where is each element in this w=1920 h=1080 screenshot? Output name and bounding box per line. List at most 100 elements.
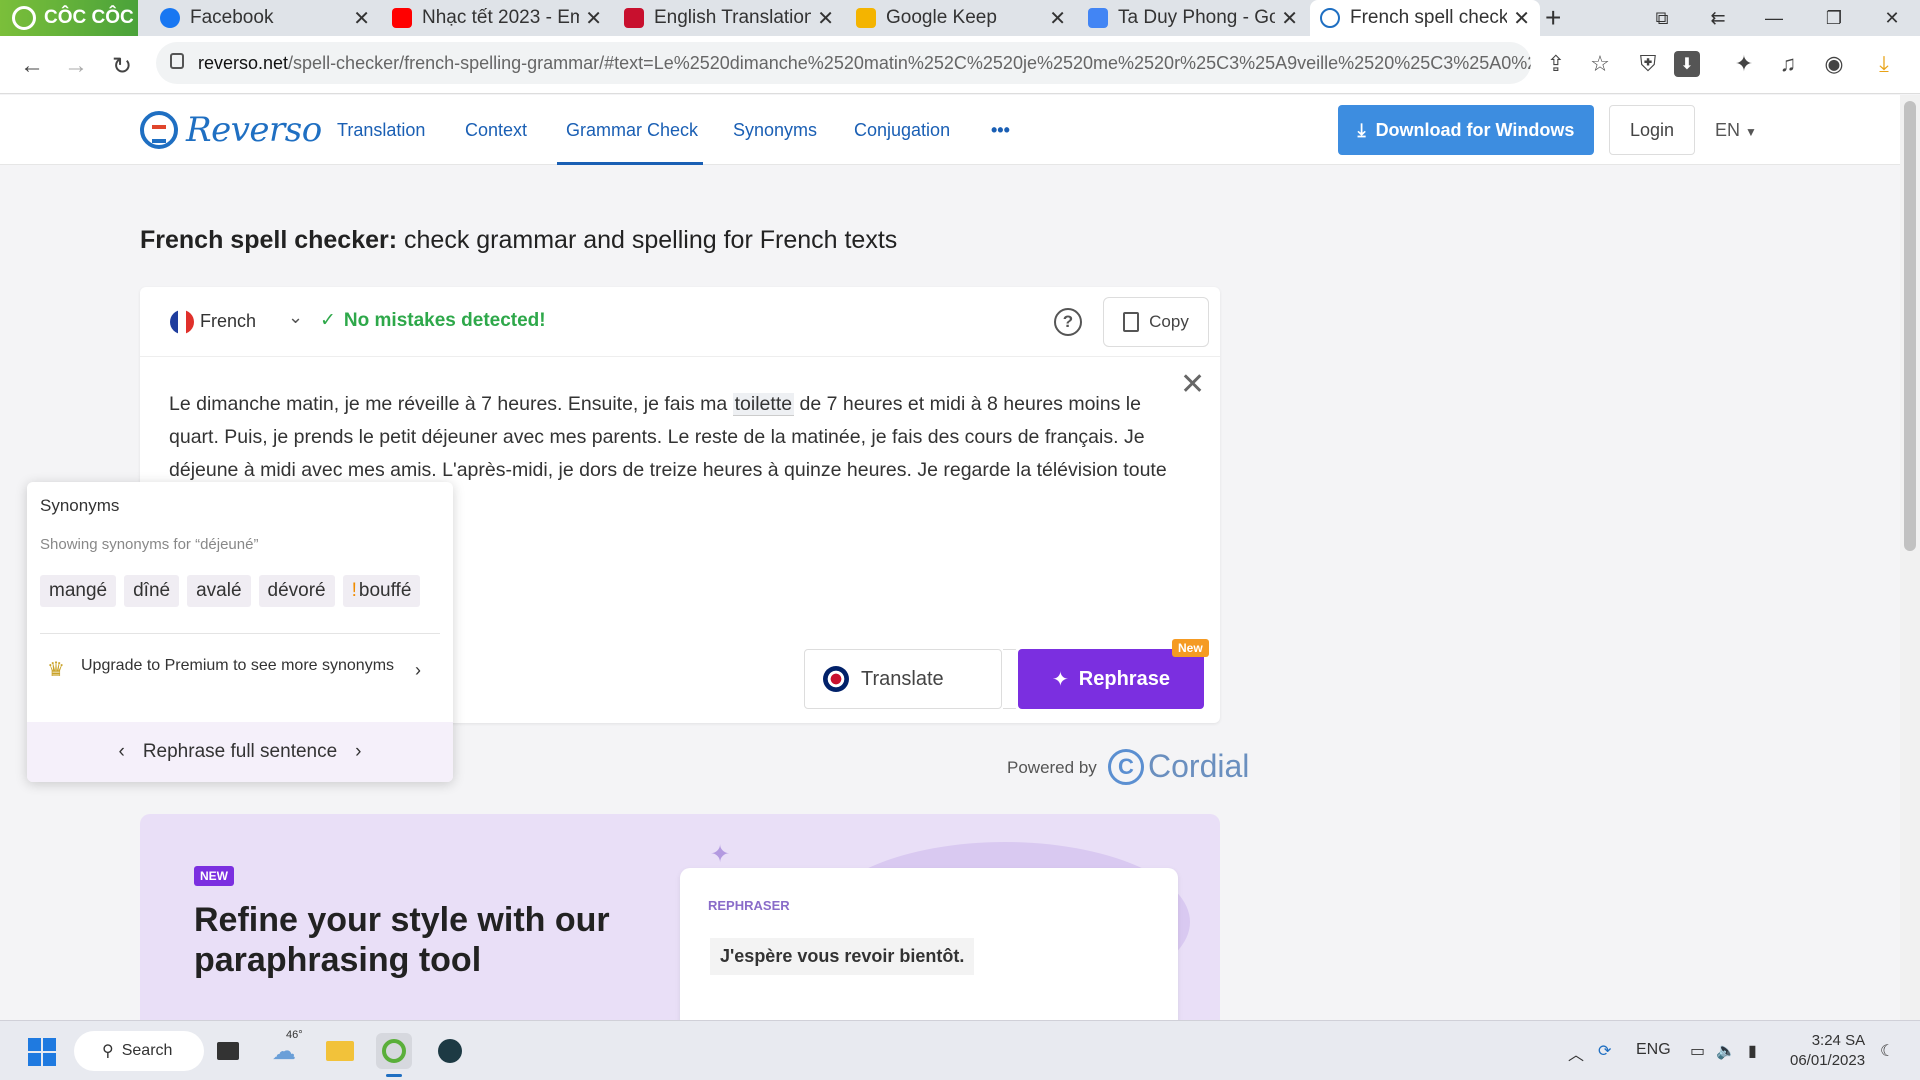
- lock-icon: [170, 53, 184, 69]
- new-tab-button[interactable]: +: [1545, 2, 1561, 34]
- synonym-chip[interactable]: mangé: [40, 575, 117, 607]
- tab-google-docs[interactable]: Ta Duy Phong - Goo ✕: [1078, 0, 1308, 36]
- app-icon[interactable]: [432, 1033, 468, 1069]
- highlighted-word[interactable]: toilette: [732, 393, 795, 416]
- nav-synonyms[interactable]: Synonyms: [733, 120, 817, 141]
- cordial-logo[interactable]: C Cordial: [1108, 748, 1249, 785]
- nav-more-icon[interactable]: •••: [991, 120, 1010, 141]
- minimize-button[interactable]: —: [1748, 0, 1800, 36]
- sparkle-icon: ✦: [1052, 668, 1069, 691]
- download-icon: ⤓: [1357, 119, 1366, 140]
- input-language[interactable]: ENG: [1636, 1041, 1671, 1059]
- tab-english-translation[interactable]: English Translation c ✕: [614, 0, 844, 36]
- coccoc-logo[interactable]: CÔC CÔC: [0, 0, 138, 36]
- profile-icon[interactable]: ◉: [1818, 48, 1850, 80]
- crown-icon: ♛: [47, 659, 65, 681]
- upgrade-premium-link[interactable]: ♛ Upgrade to Premium to see more synonym…: [47, 651, 427, 681]
- system-clock[interactable]: 3:24 SA 06/01/2023: [1790, 1031, 1865, 1071]
- interface-language-select[interactable]: EN ▼: [1715, 120, 1757, 141]
- close-tab-icon[interactable]: ✕: [1513, 6, 1530, 31]
- reverso-logo[interactable]: Reverso: [140, 110, 322, 150]
- synonym-chip-text: bouffé: [358, 580, 412, 601]
- download-for-windows-button[interactable]: ⤓ Download for Windows: [1338, 105, 1594, 155]
- help-icon[interactable]: ?: [1054, 308, 1082, 336]
- address-bar[interactable]: reverso.net/spell-checker/french-spellin…: [156, 42, 1531, 84]
- editor-textarea[interactable]: Le dimanche matin, je me réveille à 7 he…: [169, 388, 1189, 487]
- battery-icon[interactable]: ▮: [1748, 1041, 1757, 1061]
- taskbar-search-label: Search: [121, 1042, 173, 1059]
- close-window-button[interactable]: ✕: [1866, 0, 1918, 36]
- restore-button[interactable]: ❐: [1808, 0, 1860, 36]
- reverso-icon: [1320, 8, 1340, 28]
- forward-button[interactable]: →: [58, 48, 94, 84]
- sparkle-icon: ✦: [710, 841, 731, 868]
- download-manager-icon[interactable]: ⬇: [1674, 51, 1700, 77]
- chevron-right-icon[interactable]: ›: [415, 660, 421, 681]
- synonym-chip-flagged[interactable]: ! bouffé: [342, 575, 421, 607]
- status-message: ✓ No mistakes detected!: [320, 309, 546, 332]
- share-icon[interactable]: ⇪: [1540, 48, 1572, 80]
- downloads-icon[interactable]: ⤓: [1868, 48, 1900, 80]
- close-tab-icon[interactable]: ✕: [585, 6, 602, 31]
- synonym-chip[interactable]: avalé: [187, 575, 251, 607]
- tab-google-keep[interactable]: Google Keep ✕: [846, 0, 1076, 36]
- tab-facebook[interactable]: Facebook ✕: [150, 0, 380, 36]
- tray-overflow-icon[interactable]: ︿: [1568, 1041, 1584, 1065]
- windows-start-icon[interactable]: [28, 1038, 56, 1066]
- taskbar-search[interactable]: ⚲ Search: [74, 1031, 204, 1071]
- reverso-logo-icon: [140, 111, 178, 149]
- clock-time: 3:24 SA: [1811, 1032, 1866, 1049]
- language-select[interactable]: French: [200, 311, 256, 332]
- tab-french-spell-checker[interactable]: French spell checke ✕: [1310, 0, 1540, 36]
- synonym-chip[interactable]: dîné: [124, 575, 180, 607]
- close-tab-icon[interactable]: ✕: [1281, 6, 1298, 31]
- chevron-left-icon[interactable]: ‹: [119, 741, 125, 763]
- nav-conjugation[interactable]: Conjugation: [854, 120, 950, 141]
- translate-button[interactable]: Translate: [804, 649, 1002, 709]
- back-button[interactable]: ←: [14, 48, 50, 84]
- warning-mark: !: [351, 580, 357, 601]
- browser-toolbar: ← → ↻ reverso.net/spell-checker/french-s…: [0, 36, 1920, 94]
- promo-card-label: REPHRASER: [708, 898, 790, 913]
- page-scrollbar[interactable]: [1900, 95, 1920, 1020]
- sync-icon[interactable]: ⟳: [1598, 1041, 1611, 1061]
- scrollbar-thumb[interactable]: [1904, 101, 1916, 551]
- coccoc-browser-icon[interactable]: [376, 1033, 412, 1077]
- close-tab-icon[interactable]: ✕: [817, 6, 834, 31]
- extensions-puzzle-icon[interactable]: ✦: [1728, 48, 1760, 80]
- network-icon[interactable]: ▭: [1690, 1041, 1705, 1061]
- back-history-icon[interactable]: ⇇: [1692, 0, 1744, 36]
- close-tab-icon[interactable]: ✕: [353, 6, 370, 31]
- tab-search-icon[interactable]: ⧉: [1636, 0, 1688, 36]
- login-button[interactable]: Login: [1609, 105, 1695, 155]
- chevron-right-icon[interactable]: ›: [355, 741, 361, 763]
- copy-button[interactable]: Copy: [1103, 297, 1209, 347]
- translate-label: Translate: [861, 667, 944, 690]
- uk-flag-icon: [823, 666, 849, 692]
- notifications-icon[interactable]: ☾: [1880, 1041, 1894, 1061]
- close-tab-icon[interactable]: ✕: [1049, 6, 1066, 31]
- url-path: /spell-checker/french-spelling-grammar/#…: [288, 52, 1531, 73]
- chevron-down-icon[interactable]: ⌄: [288, 307, 303, 328]
- divider: [40, 633, 440, 634]
- reverso-context-icon: [624, 8, 644, 28]
- synonym-chip[interactable]: dévoré: [258, 575, 335, 607]
- file-explorer-icon[interactable]: [322, 1033, 358, 1069]
- coccoc-logo-text: CÔC CÔC: [44, 7, 134, 28]
- rephrase-full-sentence-bar[interactable]: ‹ Rephrase full sentence ›: [27, 722, 453, 782]
- rephrase-button[interactable]: ✦ Rephrase: [1018, 649, 1204, 709]
- nav-context[interactable]: Context: [465, 120, 527, 141]
- rephrase-label: Rephrase: [1078, 667, 1170, 690]
- nav-translation[interactable]: Translation: [337, 120, 425, 141]
- music-icon[interactable]: ♫: [1772, 48, 1804, 80]
- volume-icon[interactable]: 🔈: [1716, 1041, 1736, 1061]
- reload-button[interactable]: ↻: [104, 48, 140, 84]
- nav-grammar-check[interactable]: Grammar Check: [566, 120, 698, 141]
- rephrase-full-sentence-label: Rephrase full sentence: [142, 741, 338, 762]
- tab-title: French spell checke: [1350, 7, 1508, 28]
- task-view-icon[interactable]: [210, 1033, 246, 1069]
- extension-shield-icon[interactable]: ⛨: [1632, 48, 1664, 80]
- chevron-down-icon: ▼: [1745, 125, 1757, 139]
- tab-youtube[interactable]: Nhạc tết 2023 - Em ✕: [382, 0, 612, 36]
- bookmark-star-icon[interactable]: ☆: [1584, 48, 1616, 80]
